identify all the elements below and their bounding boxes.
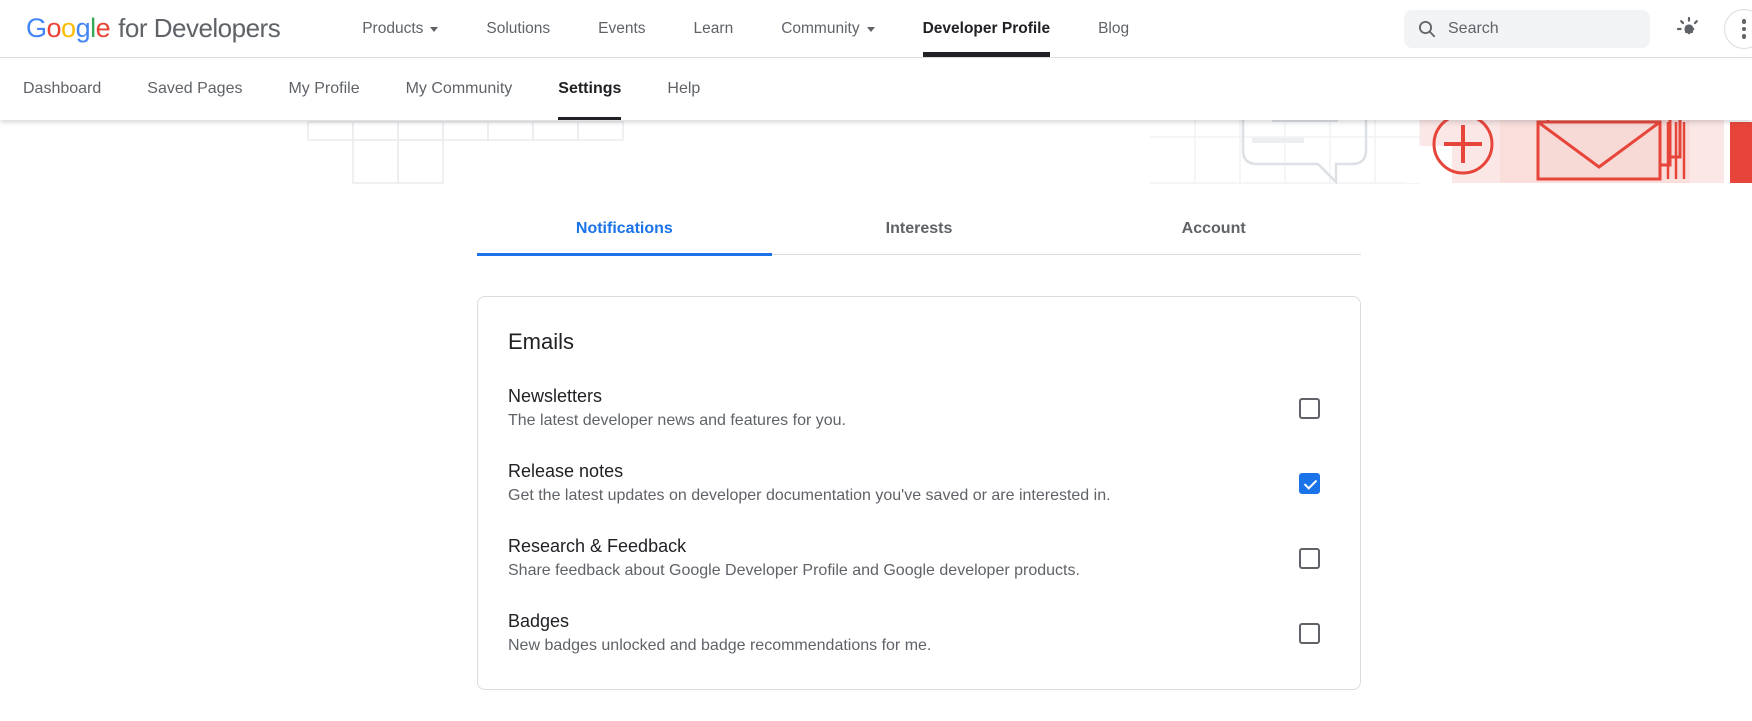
email-row-release-notes: Release notes Get the latest updates on … (508, 461, 1330, 505)
logo-letter: e (96, 13, 111, 44)
nav-item-label: Developer Profile (923, 20, 1051, 38)
kebab-menu-icon (1742, 34, 1747, 39)
banner-illustration (0, 120, 1752, 184)
nav-item-products[interactable]: Products (362, 0, 438, 57)
nav-item-label: Blog (1098, 20, 1129, 38)
row-title: Release notes (508, 461, 1111, 482)
row-title: Research & Feedback (508, 536, 1080, 557)
brightness-sun-icon (1676, 16, 1702, 42)
nav-item-label: Solutions (486, 20, 550, 38)
row-text: Badges New badges unlocked and badge rec… (508, 611, 931, 655)
subnav-item-label: Saved Pages (147, 80, 242, 98)
logo-letter: g (76, 13, 91, 44)
tab-interests[interactable]: Interests (772, 207, 1067, 256)
email-row-research-feedback: Research & Feedback Share feedback about… (508, 536, 1330, 580)
nav-item-blog[interactable]: Blog (1098, 0, 1129, 57)
banner-artwork (0, 120, 1752, 184)
row-description: New badges unlocked and badge recommenda… (508, 637, 931, 655)
row-title: Badges (508, 611, 931, 632)
kebab-menu-icon (1742, 27, 1747, 32)
chevron-down-icon (430, 27, 438, 32)
subnav-item-label: Settings (558, 80, 621, 98)
settings-tabs: Notifications Interests Account (477, 207, 1361, 255)
search-box[interactable] (1404, 10, 1650, 48)
emails-card: Emails Newsletters The latest developer … (477, 296, 1361, 690)
card-title: Emails (508, 329, 1330, 355)
row-description: Share feedback about Google Developer Pr… (508, 562, 1080, 580)
kebab-menu-icon (1742, 19, 1747, 24)
google-for-developers-logo[interactable]: Google for Developers (26, 13, 280, 44)
nav-item-solutions[interactable]: Solutions (486, 0, 550, 57)
subnav-item-my-community[interactable]: My Community (406, 58, 513, 120)
subnav-item-saved-pages[interactable]: Saved Pages (147, 58, 242, 120)
subnav-item-label: My Community (406, 80, 513, 98)
chat-bubble-decoration (1243, 120, 1366, 182)
logo-letter: o (47, 13, 62, 44)
email-row-newsletters: Newsletters The latest developer news an… (508, 386, 1330, 430)
nav-item-label: Products (362, 20, 423, 38)
subnav-item-dashboard[interactable]: Dashboard (23, 58, 101, 120)
tab-label: Account (1182, 220, 1246, 237)
nav-item-label: Community (781, 20, 859, 38)
more-options-button[interactable] (1724, 9, 1752, 49)
nav-item-events[interactable]: Events (598, 0, 645, 57)
grid-squares-decoration (308, 122, 623, 183)
nav-item-label: Learn (694, 20, 734, 38)
nav-item-label: Events (598, 20, 645, 38)
logo-suffix: for Developers (118, 13, 280, 44)
email-row-badges: Badges New badges unlocked and badge rec… (508, 611, 1330, 655)
row-text: Research & Feedback Share feedback about… (508, 536, 1080, 580)
release-notes-checkbox[interactable] (1299, 473, 1320, 494)
top-header: Google for Developers Products Solutions… (0, 0, 1752, 58)
chevron-down-icon (867, 27, 875, 32)
grid-lines-decoration (1150, 120, 1420, 183)
subnav-item-label: Dashboard (23, 80, 101, 98)
badges-checkbox[interactable] (1299, 623, 1320, 644)
subnav-item-label: My Profile (288, 80, 359, 98)
profile-subnav: Dashboard Saved Pages My Profile My Comm… (0, 58, 1752, 120)
header-actions (1404, 0, 1752, 58)
red-bar-decoration (1730, 122, 1752, 183)
logo-letter: G (26, 13, 47, 44)
newsletters-checkbox[interactable] (1299, 398, 1320, 419)
nav-item-developer-profile[interactable]: Developer Profile (923, 0, 1051, 57)
logo-letter: o (61, 13, 76, 44)
subnav-item-help[interactable]: Help (667, 58, 700, 120)
tab-notifications[interactable]: Notifications (477, 207, 772, 256)
search-icon (1417, 19, 1437, 39)
tab-label: Interests (886, 220, 953, 237)
tab-label: Notifications (576, 220, 673, 237)
main-nav: Products Solutions Events Learn Communit… (362, 0, 1129, 57)
tab-account[interactable]: Account (1066, 207, 1361, 256)
nav-item-community[interactable]: Community (781, 0, 874, 57)
nav-item-learn[interactable]: Learn (694, 0, 734, 57)
subnav-item-settings[interactable]: Settings (558, 58, 621, 120)
subnav-item-my-profile[interactable]: My Profile (288, 58, 359, 120)
row-description: The latest developer news and features f… (508, 412, 846, 430)
theme-toggle-button[interactable] (1676, 16, 1702, 42)
row-title: Newsletters (508, 386, 846, 407)
search-input[interactable] (1448, 20, 1637, 38)
row-description: Get the latest updates on developer docu… (508, 487, 1111, 505)
row-text: Newsletters The latest developer news an… (508, 386, 846, 430)
subnav-item-label: Help (667, 80, 700, 98)
row-text: Release notes Get the latest updates on … (508, 461, 1111, 505)
research-feedback-checkbox[interactable] (1299, 548, 1320, 569)
